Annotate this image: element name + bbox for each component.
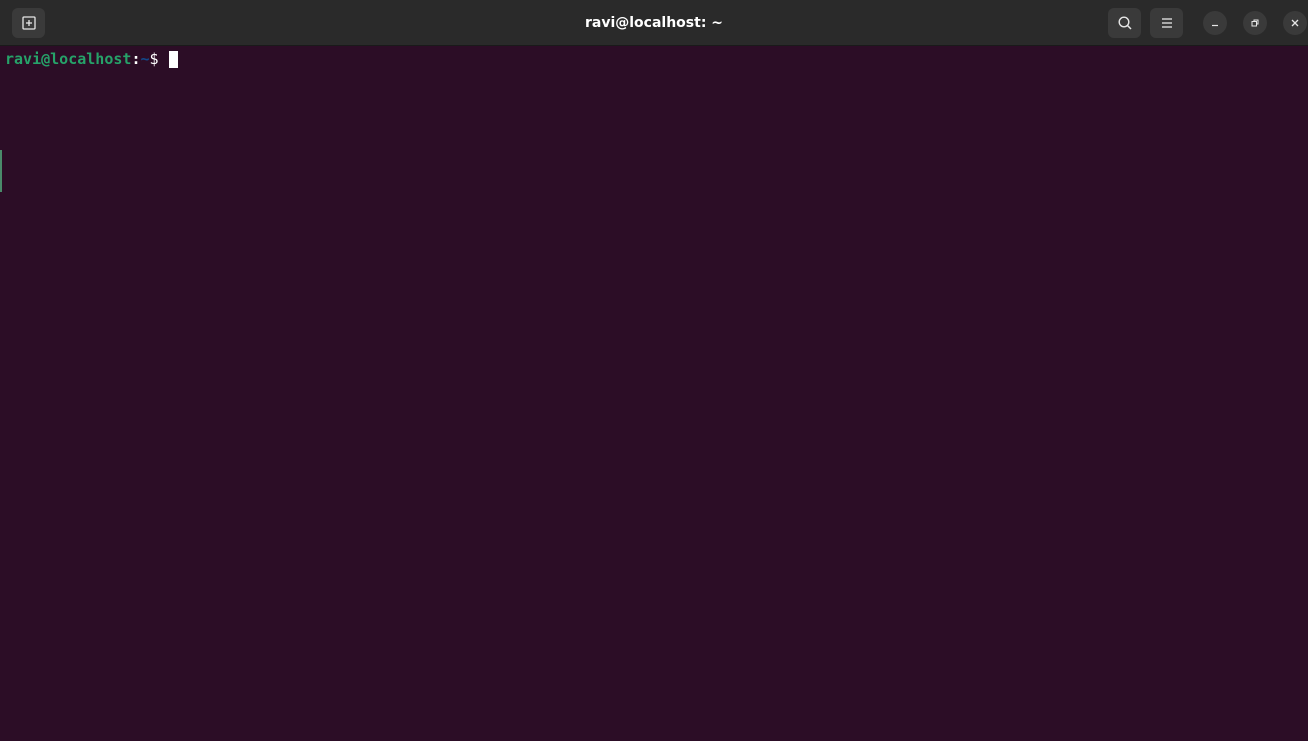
prompt-separator: : [131, 50, 141, 68]
prompt-line: ravi@localhost: ~ $ [5, 49, 178, 69]
search-icon [1117, 16, 1132, 30]
hamburger-menu-icon [1161, 18, 1172, 28]
new-tab-icon [21, 16, 36, 30]
minimize-icon [1212, 24, 1218, 27]
prompt-symbol: $ [149, 50, 168, 68]
prompt-user-host: ravi@localhost [5, 50, 132, 68]
window-edge-highlight [0, 150, 2, 192]
close-icon [1291, 19, 1299, 27]
terminal-window: ravi@localhost: ~ ravi@localhost: ~ $ [0, 0, 1308, 741]
minimize-button[interactable] [1203, 11, 1227, 35]
close-button[interactable] [1283, 11, 1307, 35]
prompt-path: ~ [140, 50, 150, 68]
maximize-button[interactable] [1243, 11, 1267, 35]
new-tab-button[interactable] [12, 8, 45, 38]
titlebar: ravi@localhost: ~ [0, 0, 1308, 46]
menu-button[interactable] [1150, 8, 1183, 38]
restore-icon [1251, 19, 1259, 27]
search-button[interactable] [1108, 8, 1141, 38]
text-cursor [168, 50, 178, 68]
terminal-area[interactable]: ravi@localhost: ~ $ [0, 46, 1308, 741]
